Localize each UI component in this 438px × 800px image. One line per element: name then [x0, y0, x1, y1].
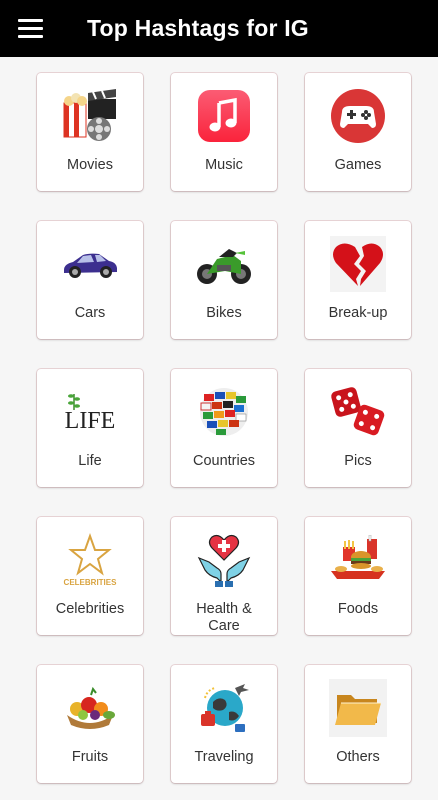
category-card-games[interactable]: Games	[305, 73, 411, 191]
category-label: Foods	[337, 601, 379, 617]
celebrities-logo-text: CELEBRITIES	[64, 578, 118, 587]
category-label: Traveling	[194, 749, 254, 765]
life-logo-icon: LIFE	[61, 383, 119, 441]
category-card-traveling[interactable]: Traveling	[171, 665, 277, 783]
category-label: Break-up	[328, 305, 388, 321]
category-card-music[interactable]: Music	[171, 73, 277, 191]
menu-icon[interactable]	[18, 12, 52, 46]
category-card-break-up[interactable]: Break-up	[305, 221, 411, 339]
category-label: Bikes	[206, 305, 242, 321]
music-note-icon	[195, 87, 253, 145]
fast-food-icon	[329, 531, 387, 589]
category-card-movies[interactable]: Movies	[37, 73, 143, 191]
category-card-cars[interactable]: Cars	[37, 221, 143, 339]
travel-globe-icon	[195, 679, 253, 737]
category-label: Celebrities	[55, 601, 125, 617]
broken-heart-icon	[329, 235, 387, 293]
app-bar: Top Hashtags for IG	[0, 0, 438, 57]
category-card-bikes[interactable]: Bikes	[171, 221, 277, 339]
category-card-countries[interactable]: Countries	[171, 369, 277, 487]
movie-clapper-popcorn-icon	[61, 87, 119, 145]
life-logo-text: LIFE	[65, 408, 116, 434]
category-card-fruits[interactable]: Fruits	[37, 665, 143, 783]
category-card-foods[interactable]: Foods	[305, 517, 411, 635]
category-card-celebrities[interactable]: CELEBRITIES Celebrities	[37, 517, 143, 635]
category-label: Others	[336, 749, 380, 765]
category-label: Countries	[192, 453, 256, 469]
car-icon	[61, 235, 119, 293]
category-card-life[interactable]: LIFE Life	[37, 369, 143, 487]
dice-icon	[329, 383, 387, 441]
category-label: Pics	[344, 453, 372, 469]
fruit-basket-icon	[61, 679, 119, 737]
health-care-hands-icon	[195, 531, 253, 589]
folder-icon	[329, 679, 387, 737]
category-label: Music	[205, 157, 243, 173]
category-label: Cars	[74, 305, 106, 321]
category-grid: Movies Music Games Cars Bikes Break-up L…	[0, 57, 438, 800]
gamepad-icon	[329, 87, 387, 145]
motorbike-icon	[195, 235, 253, 293]
category-label: Life	[78, 453, 102, 469]
page-title: Top Hashtags for IG	[87, 15, 309, 41]
category-label: Fruits	[71, 749, 109, 765]
category-card-others[interactable]: Others	[305, 665, 411, 783]
category-card-pics[interactable]: Pics	[305, 369, 411, 487]
flags-globe-icon	[195, 383, 253, 441]
category-label: Games	[334, 157, 382, 173]
category-label: Health & Care	[196, 601, 252, 634]
category-label: Movies	[67, 157, 113, 173]
celebrity-star-icon: CELEBRITIES	[61, 531, 119, 589]
category-card-health-care[interactable]: Health & Care	[171, 517, 277, 635]
